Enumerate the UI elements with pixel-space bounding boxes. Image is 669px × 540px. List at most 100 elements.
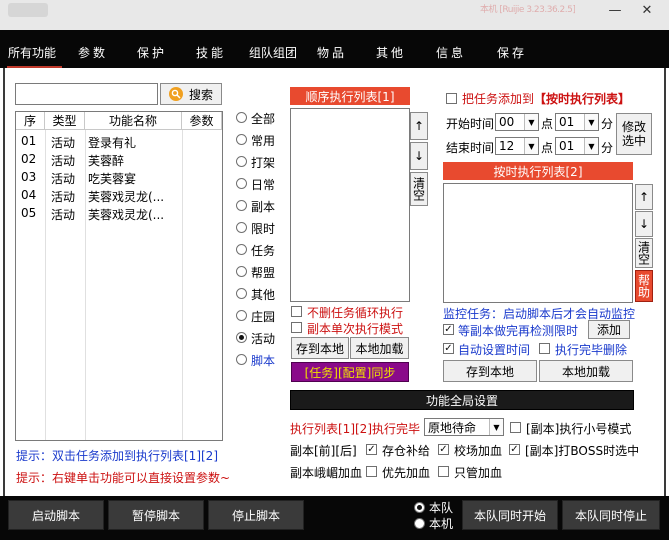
category-radio-script[interactable]: [236, 354, 247, 365]
tab-team[interactable]: 组队组团: [249, 44, 297, 61]
timed-save-local-button[interactable]: 存到本地: [443, 360, 537, 382]
help-button[interactable]: 帮助: [635, 270, 653, 302]
store-supply-checkbox[interactable]: ✓: [366, 444, 377, 455]
row-name: 登录有礼: [88, 136, 137, 150]
team-start-button[interactable]: 本队同时开始: [462, 500, 558, 530]
pause-script-button[interactable]: 暂停脚本: [108, 500, 204, 530]
start-script-button[interactable]: 启动脚本: [8, 500, 104, 530]
category-label: 活动: [251, 332, 276, 346]
timed-up-button[interactable]: ↑: [635, 184, 653, 210]
column-header-param[interactable]: 参数: [182, 112, 222, 130]
close-icon[interactable]: ✕: [632, 0, 662, 20]
auto-time-checkbox[interactable]: ✓: [443, 343, 454, 354]
table-row[interactable]: 03 活动 吃芙蓉宴: [16, 170, 222, 187]
tab-save[interactable]: 保存: [497, 44, 527, 61]
field-hp-checkbox[interactable]: ✓: [438, 444, 449, 455]
only-hp-checkbox[interactable]: [438, 466, 449, 477]
search-button-label: 搜索: [188, 87, 213, 102]
start-minute-select[interactable]: 01 ▼: [555, 113, 599, 131]
modify-selected-button[interactable]: 修改选中: [616, 113, 652, 155]
chevron-down-icon: ▼: [584, 138, 598, 154]
tab-info[interactable]: 信息: [436, 44, 466, 61]
category-label: 其他: [251, 288, 276, 302]
start-minute-value: 01: [559, 115, 575, 129]
window-title: 本机 [Ruijie 3.23.36.2.5]: [480, 5, 575, 15]
tab-protect[interactable]: 保护: [137, 44, 167, 61]
delete-done-checkbox[interactable]: [539, 343, 550, 354]
seq-down-button[interactable]: ↓: [410, 142, 428, 170]
end-minute-select[interactable]: 01 ▼: [555, 137, 599, 155]
category-radio-limited[interactable]: [236, 222, 247, 233]
field-hp-label: 校场加血: [454, 444, 503, 458]
team-radio[interactable]: [414, 502, 425, 513]
row-name: 芙蓉戏灵龙(...: [88, 190, 165, 204]
tab-bar: 所有功能 参数 保护 技能 组队组团 物品 其他 信息 保存: [0, 30, 669, 68]
wait-dungeon-checkbox[interactable]: ✓: [443, 324, 454, 335]
boss-select-checkbox[interactable]: ✓: [509, 444, 520, 455]
hint-right-click: 提示：右键单击功能可以直接设置参数~: [16, 471, 231, 485]
search-button[interactable]: 搜索: [160, 83, 222, 105]
app-icon: [8, 3, 48, 17]
timed-list[interactable]: [443, 183, 633, 303]
timed-down-button[interactable]: ↓: [635, 211, 653, 237]
column-header-type[interactable]: 类型: [45, 112, 85, 130]
row-type: 活动: [51, 136, 76, 150]
category-label: 帮盟: [251, 266, 276, 280]
table-row[interactable]: 01 活动 登录有礼: [16, 134, 222, 151]
seq-list[interactable]: [290, 108, 410, 302]
small-mode-checkbox[interactable]: [510, 422, 521, 433]
table-row[interactable]: 05 活动 芙蓉戏灵龙(...: [16, 206, 222, 223]
function-table[interactable]: 序 类型 功能名称 参数 01 活动 登录有礼 02 活动 芙蓉醉 03 活动 …: [15, 111, 223, 441]
task-config-sync-button[interactable]: [任务][配置]同步: [291, 362, 409, 382]
machine-radio-label: 本机: [429, 517, 454, 531]
column-divider: [45, 130, 46, 440]
chevron-down-icon: ▼: [489, 419, 503, 435]
category-label: 常用: [251, 134, 276, 148]
add-to-timed-checkbox[interactable]: [446, 93, 457, 104]
add-button[interactable]: 添加: [588, 320, 630, 339]
seq-up-button[interactable]: ↑: [410, 112, 428, 140]
seq-clear-button[interactable]: 清空: [410, 172, 428, 206]
tab-all-functions[interactable]: 所有功能: [8, 44, 56, 61]
category-radio-all[interactable]: [236, 112, 247, 123]
category-label: 任务: [251, 244, 276, 258]
category-radio-dungeon[interactable]: [236, 200, 247, 211]
timed-list-header: 按时执行列表[2]: [443, 162, 633, 180]
category-label: 打架: [251, 156, 276, 170]
machine-radio[interactable]: [414, 518, 425, 529]
category-radio-event[interactable]: [236, 332, 247, 343]
category-radio-fight[interactable]: [236, 156, 247, 167]
search-input[interactable]: [15, 83, 158, 105]
boss-select-label: [副本]打BOSS时选中: [525, 444, 640, 458]
timed-load-local-button[interactable]: 本地加载: [539, 360, 633, 382]
single-dungeon-checkbox[interactable]: [291, 322, 302, 333]
tab-skills[interactable]: 技能: [196, 44, 226, 61]
start-hour-select[interactable]: 00 ▼: [495, 113, 539, 131]
minimize-icon[interactable]: —: [600, 0, 630, 20]
wait-dungeon-label: 等副本做完再检测限时: [458, 324, 579, 338]
tab-params[interactable]: 参数: [78, 44, 108, 61]
priority-hp-checkbox[interactable]: [366, 466, 377, 477]
exec-done-select[interactable]: 原地待命 ▼: [424, 418, 504, 436]
column-header-name[interactable]: 功能名称: [85, 112, 182, 130]
category-radio-guild[interactable]: [236, 266, 247, 277]
stop-script-button[interactable]: 停止脚本: [208, 500, 304, 530]
column-header-no[interactable]: 序: [16, 112, 45, 130]
end-hour-select[interactable]: 12 ▼: [495, 137, 539, 155]
tab-other[interactable]: 其他: [376, 44, 406, 61]
team-stop-button[interactable]: 本队同时停止: [562, 500, 660, 530]
tab-items[interactable]: 物品: [317, 44, 347, 61]
category-label: 副本: [251, 200, 276, 214]
category-label: 全部: [251, 112, 276, 126]
category-radio-other[interactable]: [236, 288, 247, 299]
category-radio-common[interactable]: [236, 134, 247, 145]
seq-save-local-button[interactable]: 存到本地: [291, 337, 349, 359]
table-row[interactable]: 02 活动 芙蓉醉: [16, 152, 222, 169]
seq-load-local-button[interactable]: 本地加载: [350, 337, 409, 359]
category-radio-quest[interactable]: [236, 244, 247, 255]
timed-clear-button[interactable]: 清空: [635, 238, 653, 268]
table-row[interactable]: 04 活动 芙蓉戏灵龙(...: [16, 188, 222, 205]
category-radio-daily[interactable]: [236, 178, 247, 189]
no-delete-loop-checkbox[interactable]: [291, 306, 302, 317]
category-radio-manor[interactable]: [236, 310, 247, 321]
